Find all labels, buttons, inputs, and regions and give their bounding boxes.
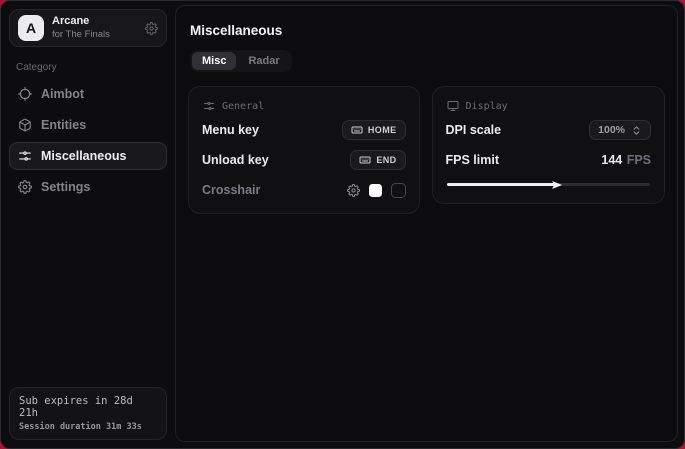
general-card: General Menu key HOME Unload key — [188, 86, 420, 214]
dpi-scale-value: 100% — [598, 124, 625, 136]
sidebar-item-label: Entities — [41, 118, 86, 132]
cube-icon — [18, 118, 32, 132]
dpi-scale-row: DPI scale 100% — [446, 118, 651, 142]
sidebar-item-miscellaneous[interactable]: Miscellaneous — [9, 142, 167, 170]
app-logo: A — [18, 15, 44, 41]
menu-key-bind-button[interactable]: HOME — [342, 120, 406, 140]
sidebar-item-aimbot[interactable]: Aimbot — [9, 80, 167, 108]
chevrons-up-down-icon — [631, 125, 642, 136]
sidebar-item-entities[interactable]: Entities — [9, 111, 167, 139]
keyboard-icon — [359, 154, 371, 166]
general-card-header: General — [203, 100, 406, 112]
app-subtitle: for The Finals — [52, 29, 137, 41]
sidebar: A Arcane for The Finals Category Aimbot … — [1, 1, 175, 448]
sidebar-item-label: Settings — [41, 180, 90, 194]
dpi-scale-select[interactable]: 100% — [589, 120, 651, 140]
subscription-card: Sub expires in 28d 21h Session duration … — [9, 387, 167, 440]
display-card: Display DPI scale 100% FPS limit 144 — [432, 86, 665, 204]
gear-icon — [18, 180, 32, 194]
tab-bar: Misc Radar — [190, 50, 292, 72]
menu-key-label: Menu key — [202, 123, 259, 137]
slider-thumb[interactable] — [552, 180, 563, 189]
sidebar-item-settings[interactable]: Settings — [9, 173, 167, 201]
general-card-title: General — [222, 101, 264, 112]
fps-limit-row: FPS limit 144 FPS — [446, 148, 651, 172]
brand-text: Arcane for The Finals — [52, 15, 137, 41]
fps-limit-value: 144 FPS — [601, 151, 651, 169]
sidebar-item-label: Aimbot — [41, 87, 84, 101]
unload-key-label: Unload key — [202, 153, 269, 167]
brand-card: A Arcane for The Finals — [9, 9, 167, 47]
keyboard-icon — [351, 124, 363, 136]
fps-limit-slider[interactable] — [447, 183, 650, 186]
cards-row: General Menu key HOME Unload key — [188, 86, 665, 214]
display-card-title: Display — [466, 101, 508, 112]
unload-key-bind-button[interactable]: END — [350, 150, 405, 170]
app-window: A Arcane for The Finals Category Aimbot … — [0, 0, 685, 449]
sliders-icon — [18, 149, 32, 163]
fps-limit-label: FPS limit — [446, 153, 499, 167]
crosshair-controls — [347, 183, 406, 198]
sidebar-spacer — [9, 204, 167, 387]
sub-expiry-text: Sub expires in 28d 21h — [19, 395, 157, 419]
tab-radar[interactable]: Radar — [238, 52, 289, 70]
crosshair-checkbox[interactable] — [391, 183, 406, 198]
fps-number: 144 — [601, 153, 622, 167]
slider-fill — [447, 183, 557, 186]
fps-unit: FPS — [627, 153, 651, 167]
menu-key-value: HOME — [368, 125, 397, 135]
page-title: Miscellaneous — [190, 23, 665, 38]
tab-misc[interactable]: Misc — [192, 52, 236, 70]
app-title: Arcane — [52, 15, 137, 29]
category-label: Category — [16, 62, 160, 73]
sidebar-item-label: Miscellaneous — [41, 149, 126, 163]
gear-icon[interactable] — [347, 184, 360, 197]
crosshair-icon — [18, 87, 32, 101]
main-panel: Miscellaneous Misc Radar General Menu ke… — [175, 5, 678, 442]
gear-icon[interactable] — [145, 22, 158, 35]
display-card-header: Display — [447, 100, 651, 112]
crosshair-row: Crosshair — [202, 178, 406, 202]
sliders-icon — [203, 100, 215, 112]
crosshair-color-swatch[interactable] — [369, 184, 382, 197]
dpi-scale-label: DPI scale — [446, 123, 502, 137]
crosshair-label: Crosshair — [202, 183, 260, 197]
monitor-icon — [447, 100, 459, 112]
session-duration-text: Session duration 31m 33s — [19, 422, 157, 432]
unload-key-row: Unload key END — [202, 148, 406, 172]
menu-key-row: Menu key HOME — [202, 118, 406, 142]
unload-key-value: END — [376, 155, 396, 165]
